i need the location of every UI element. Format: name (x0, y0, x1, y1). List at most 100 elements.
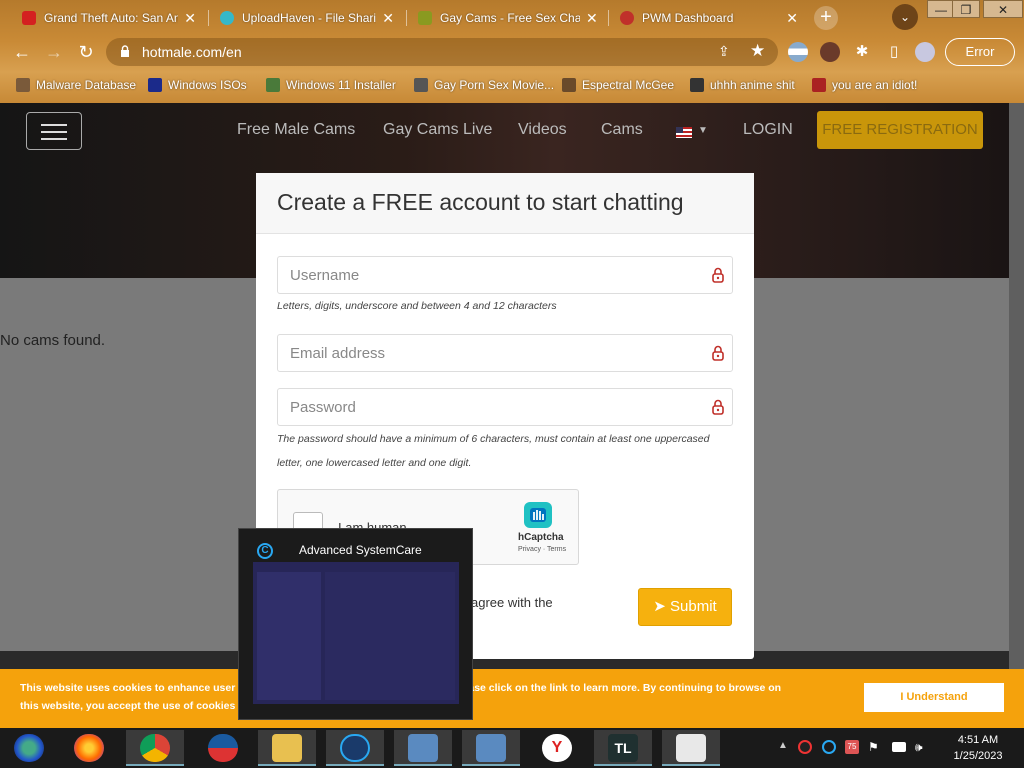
cookie-accept-button[interactable]: I Understand (864, 683, 1004, 712)
error-button[interactable]: Error (945, 38, 1015, 66)
taskbar-file-explorer[interactable] (258, 730, 316, 766)
bookmark-label: Gay Porn Sex Movie... (434, 78, 555, 92)
tab-gay-cams[interactable]: Gay Cams - Free Sex Chat ✕ (410, 4, 606, 32)
modal-title: Create a FREE account to start chatting (277, 189, 684, 215)
tab-favicon-icon (22, 11, 36, 25)
username-input[interactable] (278, 257, 698, 293)
password-hint: The password should have a minimum of 6 … (277, 433, 710, 469)
nav-link-free-male-cams[interactable]: Free Male Cams (237, 121, 355, 139)
username-field[interactable] (277, 256, 733, 294)
share-icon[interactable]: ⇪ (718, 43, 730, 60)
taskbar-advanced-systemcare[interactable] (326, 730, 384, 766)
bookmark-star-icon[interactable]: ★ (750, 41, 765, 61)
page-scrollbar[interactable] (1009, 103, 1024, 728)
system-clock[interactable]: 4:51 AM 1/25/2023 (936, 732, 1020, 764)
send-icon: ➤ (653, 598, 666, 615)
side-panel-icon[interactable]: ▯ (882, 40, 906, 64)
reload-button[interactable]: ↻ (74, 40, 98, 64)
address-bar[interactable]: hotmale.com/en ⇪ ★ (106, 38, 778, 66)
taskbar-tl-app[interactable]: TL (594, 730, 652, 766)
password-field[interactable] (277, 388, 733, 426)
bookmark-espectral-mcgee[interactable]: Espectral McGee (562, 76, 674, 94)
restore-button[interactable]: ❐ (952, 0, 980, 18)
browser-toolbar: ← → ↻ hotmale.com/en ⇪ ★ ✱ ▯ Error (0, 36, 1024, 68)
captcha-brand: hCaptcha (518, 532, 564, 543)
tray-overflow-icon[interactable]: ▲ (778, 740, 792, 754)
volume-icon[interactable]: 🕪 (915, 740, 929, 754)
web-page: Free Male Cams Gay Cams Live Videos Cams… (0, 103, 1024, 728)
username-hint: Letters, digits, underscore and between … (277, 300, 557, 312)
tray-badge-icon[interactable]: 75 (845, 740, 859, 754)
close-tab-icon[interactable]: ✕ (586, 10, 598, 27)
tab-strip: Grand Theft Auto: San Andreas ✕ UploadHa… (0, 0, 1024, 36)
profile-icon[interactable] (915, 42, 935, 62)
bookmark-favicon-icon (16, 78, 30, 92)
bookmark-label: Malware Database (36, 78, 137, 92)
taskbar-java[interactable] (662, 730, 720, 766)
nav-link-videos[interactable]: Videos (518, 121, 567, 139)
email-input[interactable] (278, 335, 698, 371)
close-tab-icon[interactable]: ✕ (184, 10, 196, 27)
extension-flag-icon[interactable] (788, 42, 808, 62)
taskbar-installer-1[interactable] (394, 730, 452, 766)
close-tab-icon[interactable]: ✕ (786, 10, 798, 27)
menu-toggle-button[interactable] (26, 112, 82, 150)
bookmark-windows-isos[interactable]: Windows ISOs (148, 76, 247, 94)
email-field[interactable] (277, 334, 733, 372)
captcha-links[interactable]: Privacy · Terms (518, 546, 566, 553)
extensions-puzzle-icon[interactable]: ✱ (850, 40, 874, 64)
close-window-button[interactable]: ✕ (983, 0, 1023, 18)
tray-advanced-systemcare-icon[interactable] (822, 740, 836, 754)
password-manager-lock-icon[interactable] (712, 345, 724, 361)
bookmark-windows-11-installer[interactable]: Windows 11 Installer (266, 76, 396, 94)
taskbar-installer-2[interactable] (462, 730, 520, 766)
new-tab-button[interactable]: + (814, 6, 838, 30)
password-input[interactable] (278, 389, 698, 425)
bookmark-anime[interactable]: uhhh anime shit (690, 76, 795, 94)
firefox-icon (74, 734, 104, 762)
bookmark-malware-database[interactable]: Malware Database (16, 76, 136, 94)
tab-gta[interactable]: Grand Theft Auto: San Andreas ✕ (14, 4, 204, 32)
url-text[interactable]: hotmale.com/en (142, 44, 242, 60)
nav-link-gay-cams-live[interactable]: Gay Cams Live (383, 121, 492, 139)
minimize-button[interactable]: — (927, 0, 955, 18)
submit-button[interactable]: ➤ Submit (638, 588, 732, 626)
taskbar-chrome[interactable] (126, 730, 184, 766)
close-tab-icon[interactable]: ✕ (382, 10, 394, 27)
no-cams-message: No cams found. (0, 332, 106, 349)
bookmark-label: uhhh anime shit (710, 78, 795, 92)
tab-pwm-dashboard[interactable]: PWM Dashboard ✕ (612, 4, 806, 32)
lock-icon[interactable] (120, 45, 130, 57)
bookmark-you-are-an-idiot[interactable]: you are an idiot! (812, 76, 917, 94)
tab-uploadhaven[interactable]: UploadHaven - File Sharing ✕ (212, 4, 402, 32)
taskbar-app-obama[interactable] (194, 730, 252, 766)
action-center-flag-icon[interactable]: ⚑ (868, 740, 882, 754)
thumbnail-sidebar (257, 572, 321, 700)
taskbar-yandex[interactable]: Y (528, 730, 586, 766)
taskbar-thumbnail-preview[interactable]: C Advanced SystemCare (238, 528, 473, 720)
bookmark-label: Espectral McGee (582, 78, 675, 92)
forward-button[interactable]: → (42, 40, 66, 64)
bookmark-label: Windows ISOs (168, 78, 247, 92)
back-button[interactable]: ← (10, 40, 34, 64)
extension-avatar-icon[interactable] (820, 42, 840, 62)
us-flag-icon[interactable] (676, 127, 692, 138)
network-icon[interactable] (892, 742, 906, 752)
thumbnail-window-preview (253, 562, 459, 704)
installer-icon (476, 734, 506, 762)
nav-link-cams[interactable]: Cams (601, 121, 643, 139)
tray-app-icon[interactable] (798, 740, 812, 754)
language-dropdown-icon[interactable]: ▼ (698, 125, 708, 136)
free-registration-button[interactable]: FREE REGISTRATION (817, 111, 983, 149)
java-icon (676, 734, 706, 762)
start-button[interactable] (0, 730, 58, 766)
password-manager-lock-icon[interactable] (712, 267, 724, 283)
taskbar-firefox[interactable] (60, 730, 118, 766)
tab-search-button[interactable]: ⌄ (892, 4, 918, 30)
tab-title: Grand Theft Auto: San Andreas (44, 11, 179, 25)
password-manager-lock-icon[interactable] (712, 399, 724, 415)
bookmark-gay-porn[interactable]: Gay Porn Sex Movie... (414, 76, 554, 94)
browser-chrome: Grand Theft Auto: San Andreas ✕ UploadHa… (0, 0, 1024, 103)
login-link[interactable]: LOGIN (743, 121, 793, 139)
tab-title: UploadHaven - File Sharing (242, 11, 377, 25)
